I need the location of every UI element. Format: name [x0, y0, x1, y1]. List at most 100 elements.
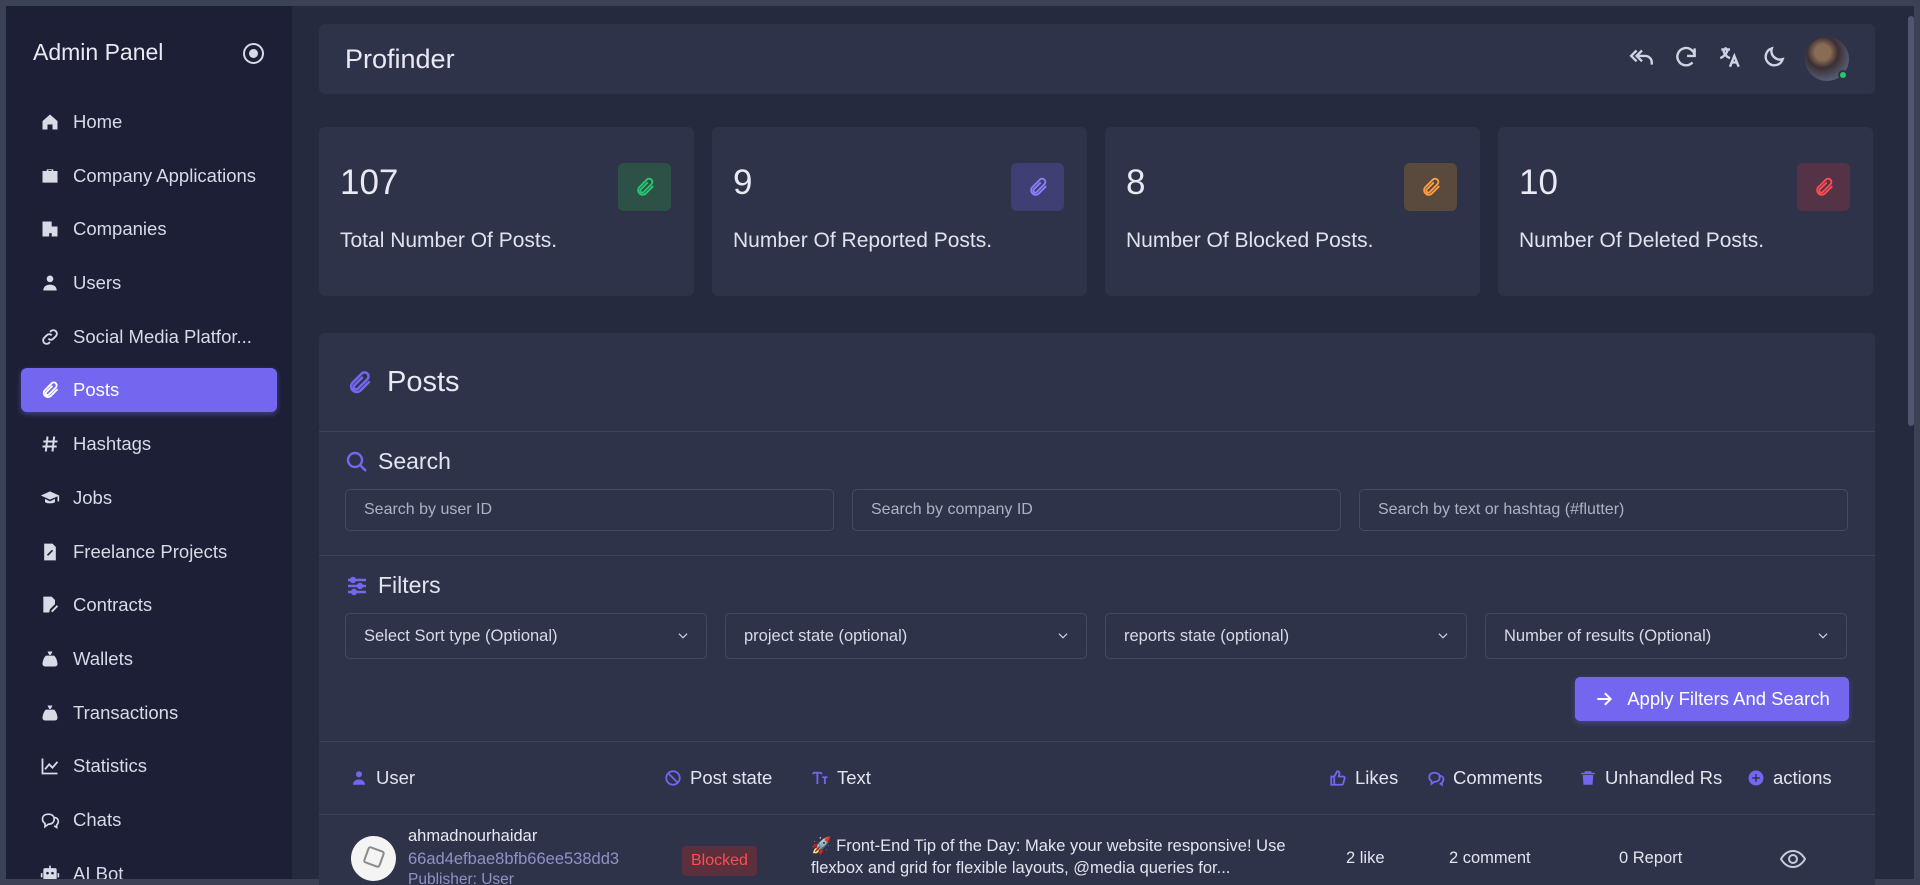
- apply-filters-button[interactable]: Apply Filters And Search: [1575, 677, 1849, 721]
- graduation-cap-icon: [39, 487, 61, 509]
- trash-icon: [1581, 771, 1595, 785]
- table-header: User Post state Text Likes Comments Unha…: [319, 742, 1875, 815]
- arrow-right-icon: [1597, 692, 1613, 706]
- sidebar-item-label: Statistics: [73, 755, 148, 777]
- sidebar-item-statistics[interactable]: Statistics: [21, 744, 277, 788]
- page-scrollbar[interactable]: [1906, 6, 1914, 879]
- refresh-icon[interactable]: [1673, 44, 1699, 75]
- column-unhandled-reports[interactable]: Unhandled Rs: [1579, 767, 1722, 789]
- sidebar-item-label: AI Bot: [73, 862, 124, 879]
- stats-row: 107 Total Number Of Posts. 9 Number Of R…: [319, 127, 1873, 296]
- stat-card-total-posts: 107 Total Number Of Posts.: [319, 127, 694, 296]
- filters-section: Filters Select Sort type (Optional) proj…: [319, 556, 1875, 742]
- user-name: ahmadnourhaidar: [408, 827, 538, 845]
- column-comments[interactable]: Comments: [1427, 767, 1542, 789]
- results-count-select[interactable]: Number of results (Optional): [1485, 613, 1847, 659]
- sliders-icon: [348, 576, 366, 595]
- view-post-button[interactable]: [1779, 847, 1807, 876]
- sidebar-item-label: Home: [73, 111, 123, 132]
- sidebar-item-companies[interactable]: Companies: [21, 207, 277, 251]
- comments-count: 2 comment: [1449, 849, 1531, 867]
- search-text-input[interactable]: [1359, 489, 1848, 531]
- project-state-select[interactable]: project state (optional): [725, 613, 1087, 659]
- chat-icon: [39, 809, 61, 831]
- paperclip-icon: [349, 370, 371, 393]
- column-user[interactable]: User: [350, 767, 415, 789]
- sidebar-item-label: Hashtags: [73, 433, 152, 455]
- search-user-id-input[interactable]: [345, 489, 834, 531]
- paperclip-icon: [39, 379, 61, 401]
- search-section: Search: [319, 432, 1875, 556]
- sidebar: Admin Panel Home Company Applications Co…: [6, 6, 292, 879]
- sidebar-item-contracts[interactable]: Contracts: [21, 583, 277, 627]
- sidebar-item-label: Users: [73, 272, 122, 294]
- sidebar-item-jobs[interactable]: Jobs: [21, 476, 277, 520]
- column-post-state[interactable]: Post state: [664, 767, 772, 789]
- select-value: reports state (optional): [1124, 626, 1290, 645]
- chevron-down-icon: [1818, 633, 1828, 639]
- sidebar-item-users[interactable]: Users: [21, 261, 277, 305]
- briefcase-icon: [39, 165, 61, 187]
- likes-count: 2 like: [1346, 849, 1385, 867]
- sidebar-item-company-applications[interactable]: Company Applications: [21, 154, 277, 198]
- building-icon: [39, 218, 61, 240]
- moon-icon[interactable]: [1761, 44, 1787, 75]
- column-label: User: [376, 767, 416, 788]
- sidebar-item-posts[interactable]: Posts: [21, 368, 277, 413]
- paperclip-icon: [1797, 163, 1850, 211]
- chevron-down-icon: [1438, 633, 1448, 639]
- sidebar-item-freelance-projects[interactable]: Freelance Projects: [21, 530, 277, 574]
- sidebar-item-label: Chats: [73, 808, 122, 830]
- column-label: Text: [837, 767, 871, 788]
- user-icon: [39, 272, 61, 294]
- sidebar-item-label: Company Applications: [73, 164, 257, 186]
- online-status-dot: [1838, 70, 1848, 80]
- select-value: project state (optional): [744, 626, 908, 645]
- sort-type-select[interactable]: Select Sort type (Optional): [345, 613, 707, 659]
- search-company-id-input[interactable]: [852, 489, 1341, 531]
- sidebar-item-chats[interactable]: Chats: [21, 798, 277, 842]
- posts-panel: Posts Search Filters Select Sort type (O…: [319, 333, 1875, 885]
- text-size-icon: [812, 771, 828, 784]
- sidebar-item-wallets[interactable]: Wallets: [21, 637, 277, 681]
- sidebar-brand: Admin Panel: [6, 6, 292, 100]
- sidebar-item-home[interactable]: Home: [21, 100, 277, 144]
- avatar: [351, 836, 396, 881]
- link-icon: [39, 326, 61, 348]
- thumbs-up-icon: [1330, 770, 1346, 786]
- stat-label: Number Of Reported Posts.: [733, 229, 993, 252]
- column-likes[interactable]: Likes: [1329, 767, 1398, 789]
- user-avatar[interactable]: [1805, 37, 1849, 81]
- user-id-link[interactable]: 66ad4efbae8bfb66ee538dd3: [408, 850, 619, 869]
- sidebar-item-ai-bot[interactable]: AI Bot: [21, 852, 277, 879]
- search-title: Search: [319, 448, 1875, 475]
- ban-icon: [665, 770, 681, 786]
- column-text[interactable]: Text: [811, 767, 871, 789]
- sidebar-item-transactions[interactable]: Transactions: [21, 691, 277, 735]
- search-icon: [346, 451, 367, 472]
- scrollbar-thumb[interactable]: [1908, 16, 1914, 426]
- sidebar-item-label: Wallets: [73, 647, 133, 669]
- reports-state-select[interactable]: reports state (optional): [1105, 613, 1467, 659]
- sidebar-item-label: Contracts: [73, 594, 153, 616]
- sidebar-toggle-icon[interactable]: [243, 42, 264, 64]
- eye-icon: [1779, 849, 1807, 869]
- chevron-down-icon: [678, 633, 688, 639]
- stat-label: Number Of Blocked Posts.: [1126, 229, 1374, 252]
- column-label: actions: [1773, 767, 1832, 788]
- sidebar-item-label: Freelance Projects: [73, 540, 228, 562]
- translate-icon[interactable]: [1717, 44, 1743, 75]
- paperclip-icon: [1404, 163, 1457, 211]
- user-icon: [353, 771, 365, 785]
- reply-all-icon[interactable]: [1629, 44, 1655, 75]
- search-title-label: Search: [378, 448, 451, 474]
- money-bag-icon: [39, 702, 61, 724]
- stat-label: Number Of Deleted Posts.: [1519, 229, 1765, 252]
- select-value: Select Sort type (Optional): [364, 626, 558, 645]
- robot-icon: [39, 863, 61, 879]
- sidebar-item-social-media[interactable]: Social Media Platfor...: [21, 315, 277, 359]
- sidebar-item-hashtags[interactable]: Hashtags: [21, 422, 277, 466]
- publisher-label: Publisher: User: [408, 871, 514, 885]
- stat-card-deleted-posts: 10 Number Of Deleted Posts.: [1498, 127, 1873, 296]
- sidebar-item-label: Companies: [73, 218, 167, 240]
